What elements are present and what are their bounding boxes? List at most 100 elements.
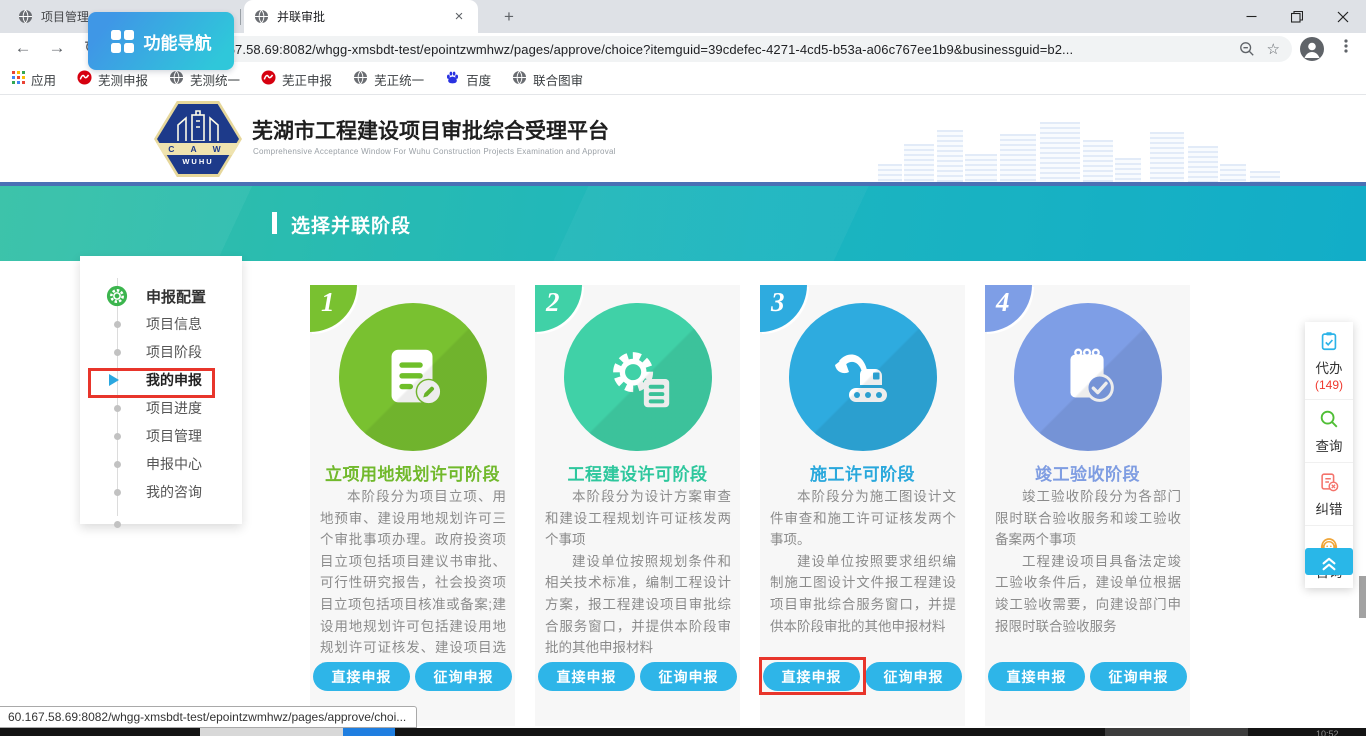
logo-buildings-icon xyxy=(154,109,242,141)
query-label: 查询 xyxy=(1305,435,1353,455)
sidebar-item-label: 项目管理 xyxy=(146,426,202,446)
bullet-dot-icon xyxy=(114,461,121,468)
sidebar-item-label: 申报配置 xyxy=(146,286,206,307)
timeline-end-dot xyxy=(80,510,242,538)
baidu-paw-icon xyxy=(445,70,460,88)
bookmark-label: 应用 xyxy=(31,70,56,89)
stage-title: 工程建设许可阶段 xyxy=(535,460,740,485)
title-accent-bar xyxy=(272,212,277,234)
direct-apply-button[interactable]: 直接申报 xyxy=(538,662,635,691)
red-site-icon xyxy=(77,70,92,88)
sidebar-item-xiangmu-jindu[interactable]: 项目进度 xyxy=(80,394,242,422)
stage-description: 本阶段分为项目立项、用地预审、建设用地规划许可三个审批事项办理。政府投资项目立项… xyxy=(320,486,506,680)
collapse-toolbar-button[interactable] xyxy=(1305,548,1353,575)
taskbar-search-box[interactable] xyxy=(200,728,343,736)
consult-apply-button[interactable]: 征询申报 xyxy=(640,662,737,691)
stage-description: 本阶段分为设计方案审查和建设工程规划许可证核发两个事项 建设单位按照规划条件和相… xyxy=(545,486,731,659)
direct-apply-button[interactable]: 直接申报 xyxy=(988,662,1085,691)
query-button[interactable]: 查询 xyxy=(1305,400,1353,463)
stage-number-badge: 3 xyxy=(760,285,807,332)
taskbar-active-app[interactable] xyxy=(343,728,395,736)
globe-favicon-icon xyxy=(18,9,33,24)
bookmark-baidu[interactable]: 百度 xyxy=(445,70,491,89)
apps-grid-icon xyxy=(12,71,25,87)
sidebar-item-label: 项目阶段 xyxy=(146,342,202,362)
tab-separator xyxy=(240,9,241,25)
restore-button[interactable] xyxy=(1274,0,1320,33)
tab-parallel-approval-active[interactable]: 并联审批 × xyxy=(244,0,478,33)
globe-icon xyxy=(353,70,368,88)
taskbar-clock: 10:52 xyxy=(1316,729,1339,736)
stage-number-badge: 1 xyxy=(310,285,357,332)
zoom-out-icon[interactable] xyxy=(1239,41,1255,57)
windows-taskbar: 10:52 xyxy=(0,728,1366,736)
consult-apply-button[interactable]: 征询申报 xyxy=(865,662,962,691)
forward-button[interactable]: → xyxy=(44,35,70,61)
new-tab-button[interactable]: + xyxy=(496,5,522,29)
bookmark-label: 芜测申报 xyxy=(98,70,148,89)
consult-apply-button[interactable]: 征询申报 xyxy=(415,662,512,691)
browser-menu-icon[interactable] xyxy=(1338,38,1354,59)
profile-avatar[interactable] xyxy=(1300,37,1324,61)
page-banner: 选择并联阶段 xyxy=(0,186,1366,261)
bookmark-star-icon[interactable]: ☆ xyxy=(1267,40,1280,58)
sidebar-item-shenbao-peizhi[interactable]: 申报配置 xyxy=(80,282,242,310)
function-nav-button[interactable]: 功能导航 xyxy=(88,12,234,70)
logo-caw-text: C A W xyxy=(152,143,244,155)
document-pencil-icon xyxy=(339,303,487,451)
stage-card-2: 2 工程建设许可阶段 本阶段分为设计方案审查和建设工程规划许可证核发两个事项 建… xyxy=(535,285,740,726)
globe-icon xyxy=(512,70,527,88)
grid-icon xyxy=(111,30,134,53)
city-skyline-decoration xyxy=(806,96,1366,182)
sidebar-item-xiangmu-xinxi[interactable]: 项目信息 xyxy=(80,310,242,338)
sidebar-item-label: 我的咨询 xyxy=(146,482,202,502)
tab-close-icon[interactable]: × xyxy=(450,8,468,25)
globe-icon xyxy=(169,70,184,88)
excavator-icon xyxy=(789,303,937,451)
screen: 项目管理 × 并联审批 × + ← → ↻ xyxy=(0,0,1366,736)
bookmark-label: 百度 xyxy=(466,70,491,89)
stage-description: 本阶段分为施工图设计文件审查和施工许可证核发两个事项。 建设单位按照要求组织编制… xyxy=(770,486,956,637)
site-title: 芜湖市工程建设项目审批综合受理平台 xyxy=(252,115,609,145)
stage-title: 施工许可阶段 xyxy=(760,460,965,485)
bookmark-label: 芜测统一 xyxy=(190,70,240,89)
function-nav-label: 功能导航 xyxy=(144,29,212,54)
site-header: C A W WUHU 芜湖市工程建设项目审批综合受理平台 Comprehensi… xyxy=(0,96,1366,182)
back-button[interactable]: ← xyxy=(10,35,36,61)
sidebar-item-wode-zixun[interactable]: 我的咨询 xyxy=(80,478,242,506)
document-error-icon xyxy=(1318,481,1340,496)
logo-wuhu-text: WUHU xyxy=(154,157,242,166)
stage-description: 竣工验收阶段分为各部门限时联合验收服务和竣工验收备案两个事项 工程建设项目具备法… xyxy=(995,486,1181,637)
sidebar-item-label: 项目进度 xyxy=(146,398,202,418)
bookmark-wuzheng-tongyi[interactable]: 芜正统一 xyxy=(353,70,424,89)
todo-button[interactable]: 代办 (149) xyxy=(1305,322,1353,400)
bookmark-wuce-tongyi[interactable]: 芜测统一 xyxy=(169,70,240,89)
bookmark-wuce-shenbao[interactable]: 芜测申报 xyxy=(77,70,148,89)
gear-document-icon xyxy=(564,303,712,451)
url-text[interactable]: 60.167.58.69:8082/whgg-xmsbdt-test/epoin… xyxy=(202,42,1227,57)
close-window-button[interactable] xyxy=(1320,0,1366,33)
stage-card-4: 4 竣工验收阶段 竣工验收阶段分为各部门限时联合验收服务和竣工验收备案两个事项 … xyxy=(985,285,1190,726)
error-correction-button[interactable]: 纠错 xyxy=(1305,463,1353,526)
bullet-dot-icon xyxy=(114,433,121,440)
address-bar[interactable]: 不安全 60.167.58.69:8082/whgg-xmsbdt-test/e… xyxy=(112,36,1292,62)
stage-title: 竣工验收阶段 xyxy=(985,460,1190,485)
direct-apply-button[interactable]: 直接申报 xyxy=(313,662,410,691)
bookmark-wuzheng-shenbao[interactable]: 芜正申报 xyxy=(261,70,332,89)
gear-icon xyxy=(106,285,128,307)
sidebar-item-shenbao-zhongxin[interactable]: 申报中心 xyxy=(80,450,242,478)
minimize-button[interactable] xyxy=(1228,0,1274,33)
notepad-check-icon xyxy=(1014,303,1162,451)
sidebar-item-xiangmu-jieduan[interactable]: 项目阶段 xyxy=(80,338,242,366)
scrollbar-thumb[interactable] xyxy=(1359,576,1366,618)
taskbar-tray-area[interactable] xyxy=(1105,728,1248,736)
sidebar-item-xiangmu-guanli[interactable]: 项目管理 xyxy=(80,422,242,450)
bookmark-lianhe-tushen[interactable]: 联合图审 xyxy=(512,70,583,89)
consult-apply-button[interactable]: 征询申报 xyxy=(1090,662,1187,691)
search-icon xyxy=(1318,418,1340,433)
bookmark-apps[interactable]: 应用 xyxy=(12,70,56,89)
bullet-dot-icon xyxy=(114,321,121,328)
red-highlight-direct-apply xyxy=(759,657,866,695)
red-highlight-sidebar xyxy=(88,368,215,398)
bookmark-label: 联合图审 xyxy=(533,70,583,89)
